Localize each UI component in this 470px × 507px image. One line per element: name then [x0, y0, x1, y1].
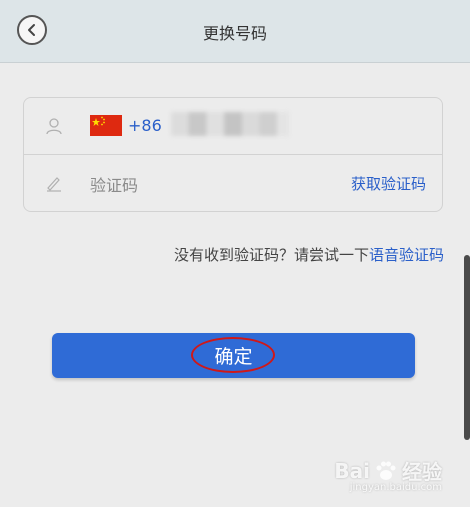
country-code[interactable]: +86 — [128, 116, 162, 135]
watermark-url: jingyan.baidu.com — [349, 482, 442, 493]
page-title: 更换号码 — [202, 24, 267, 43]
watermark-brand2: 经验 — [402, 460, 442, 484]
scrollbar[interactable] — [464, 255, 470, 440]
phone-number-field[interactable] — [171, 112, 289, 136]
user-icon — [46, 118, 62, 135]
china-flag-icon — [90, 115, 122, 136]
code-row[interactable]: 验证码 获取验证码 — [24, 155, 442, 211]
voice-code-link[interactable]: 语音验证码 — [369, 246, 444, 264]
confirm-button-label: 确定 — [214, 346, 253, 368]
phone-form: +86 验证码 获取验证码 — [23, 97, 443, 212]
baidu-watermark: Bai 经验 — [334, 456, 442, 485]
watermark-brand: Bai — [334, 458, 370, 483]
hint-text: 没有收到验证码？请尝试一下 — [173, 246, 369, 264]
get-code-button[interactable]: 获取验证码 — [351, 173, 426, 194]
pencil-icon — [47, 177, 61, 192]
phone-row[interactable]: +86 — [24, 98, 442, 155]
voice-code-hint: 没有收到验证码？请尝试一下语音验证码 — [174, 244, 444, 265]
paw-icon — [376, 461, 396, 480]
confirm-button[interactable]: 确定 — [52, 333, 415, 378]
verification-code-input[interactable]: 验证码 — [90, 172, 138, 196]
top-bar: 更换号码 — [0, 0, 470, 63]
